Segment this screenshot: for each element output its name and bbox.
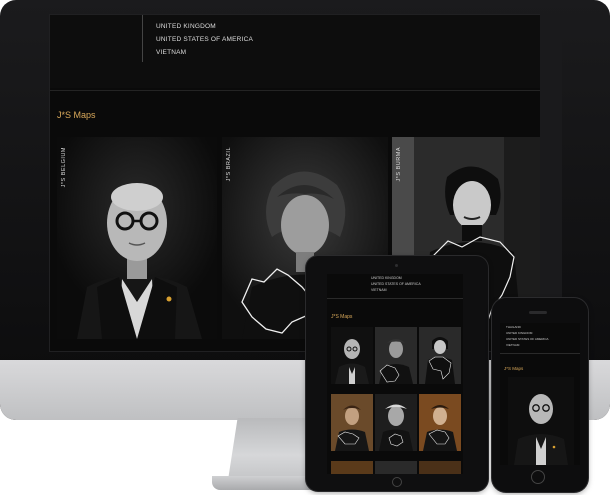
card-label: J*S BURMA — [396, 147, 402, 182]
portrait-tile[interactable] — [331, 394, 373, 451]
country-link[interactable]: THAILAND — [506, 325, 521, 329]
portrait-tile[interactable] — [375, 461, 417, 474]
country-link[interactable]: VIETNAM — [156, 49, 186, 56]
country-menu-panel — [49, 14, 562, 88]
country-link[interactable]: VIETNAM — [371, 288, 387, 292]
country-link[interactable]: VIETNAM — [506, 343, 519, 347]
divider — [327, 298, 463, 299]
divider — [500, 353, 580, 354]
phone-screen: THAILAND UNITED KINGDOM UNITED STATES OF… — [500, 323, 580, 465]
tablet-home-button[interactable] — [392, 477, 402, 487]
divider — [49, 90, 562, 91]
portrait-tile[interactable] — [419, 327, 461, 384]
portrait-tile[interactable] — [375, 327, 417, 384]
phone-home-button[interactable] — [531, 470, 545, 484]
country-link[interactable]: UNITED KINGDOM — [156, 23, 216, 30]
card-label: J*S BELGIUM — [61, 147, 67, 188]
portrait-tile[interactable] — [375, 394, 417, 451]
country-link[interactable]: UNITED KINGDOM — [506, 331, 532, 335]
card-label: J*S BRAZIL — [226, 147, 232, 182]
portrait-tile[interactable] — [331, 461, 373, 474]
section-title: J*S Maps — [504, 366, 524, 371]
section-title: J*S Maps — [57, 110, 96, 120]
country-link[interactable]: UNITED STATES OF AMERICA — [156, 36, 253, 43]
portrait-tile[interactable] — [331, 327, 373, 384]
portrait-belgium-image — [57, 137, 217, 339]
country-link[interactable]: UNITED STATES OF AMERICA — [371, 282, 421, 286]
tablet-screen: UNITED KINGDOM UNITED STATES OF AMERICA … — [327, 274, 463, 474]
portrait-card-belgium[interactable]: J*S BELGIUM — [57, 137, 217, 339]
portrait-tile[interactable] — [508, 377, 574, 465]
country-link[interactable]: UNITED KINGDOM — [371, 276, 402, 280]
phone-speaker — [529, 311, 547, 314]
country-link[interactable]: UNITED STATES OF AMERICA — [506, 337, 549, 341]
portrait-tile[interactable] — [419, 461, 461, 474]
menu-divider — [142, 14, 143, 62]
section-title: J*S Maps — [331, 314, 353, 320]
portrait-tile[interactable] — [419, 394, 461, 451]
tablet-camera — [395, 264, 398, 267]
